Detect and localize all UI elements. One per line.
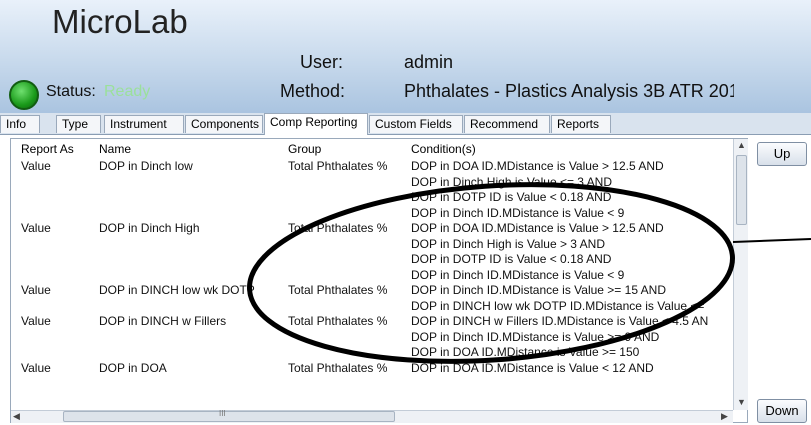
- method-label: Method:: [280, 81, 346, 101]
- scroll-right-arrow-icon[interactable]: ▶: [721, 411, 728, 422]
- user-value: admin: [404, 52, 454, 72]
- cell-condition[interactable]: DOP in Dinch High is Value <= 3 AND: [411, 175, 612, 189]
- method-value: Phthalates - Plastics Analysis 3B ATR 20…: [404, 81, 734, 101]
- cell-name[interactable]: DOP in DINCH w Fillers: [99, 314, 226, 328]
- tab-type[interactable]: Type: [56, 115, 101, 133]
- cell-condition[interactable]: DOP in DOTP ID is Value < 0.18 AND: [411, 190, 611, 204]
- move-up-button[interactable]: Up: [757, 142, 807, 166]
- column-header-report-as[interactable]: Report As: [21, 142, 74, 156]
- user-label: User:: [300, 52, 344, 72]
- cell-condition[interactable]: DOP in DOA ID.MDistance is Value >= 150: [411, 345, 639, 359]
- cell-name[interactable]: DOP in DOA: [99, 361, 167, 375]
- tab-reports[interactable]: Reports: [551, 115, 611, 133]
- column-header-conditions[interactable]: Condition(s): [411, 142, 476, 156]
- app-header: MicroLab User: admin Status: Ready Metho…: [0, 0, 811, 113]
- cell-report-as[interactable]: Value: [21, 221, 51, 235]
- tab-bar: Info Type Instrument Components Comp Rep…: [0, 113, 811, 135]
- cell-group[interactable]: Total Phthalates %: [288, 361, 387, 375]
- status-value: Ready: [104, 83, 151, 100]
- cell-condition[interactable]: DOP in Dinch High is Value > 3 AND: [411, 237, 605, 251]
- status-label: Status:: [46, 83, 96, 100]
- cell-condition[interactable]: DOP in DOA ID.MDistance is Value < 12 AN…: [411, 361, 654, 375]
- cell-group[interactable]: Total Phthalates %: [288, 314, 387, 328]
- cell-condition[interactable]: DOP in DOA ID.MDistance is Value > 12.5 …: [411, 221, 664, 235]
- tab-custom-fields[interactable]: Custom Fields: [369, 115, 463, 133]
- tab-instrument[interactable]: Instrument: [104, 115, 184, 133]
- tab-info[interactable]: Info: [0, 115, 40, 133]
- cell-group[interactable]: Total Phthalates %: [288, 221, 387, 235]
- scroll-grip: III: [219, 409, 226, 418]
- cell-condition[interactable]: DOP in Dinch ID.MDistance is Value >= 9 …: [411, 330, 659, 344]
- cell-report-as[interactable]: Value: [21, 159, 51, 173]
- cell-condition[interactable]: DOP in Dinch ID.MDistance is Value < 9: [411, 206, 624, 220]
- column-header-name[interactable]: Name: [99, 142, 131, 156]
- cell-name[interactable]: DOP in DINCH low wk DOTP: [99, 283, 255, 297]
- scroll-left-arrow-icon[interactable]: ◀: [13, 411, 20, 422]
- move-down-button[interactable]: Down: [757, 399, 807, 423]
- tab-recommend[interactable]: Recommend: [464, 115, 550, 133]
- scroll-down-arrow-icon[interactable]: ▼: [737, 397, 746, 407]
- app-title: MicroLab: [52, 3, 188, 40]
- cell-condition[interactable]: DOP in DINCH w Fillers ID.MDistance is V…: [411, 314, 708, 328]
- tab-components[interactable]: Components: [185, 115, 263, 133]
- cell-report-as[interactable]: Value: [21, 283, 51, 297]
- cell-condition[interactable]: DOP in DOTP ID is Value < 0.18 AND: [411, 252, 611, 266]
- cell-group[interactable]: Total Phthalates %: [288, 159, 387, 173]
- comp-reporting-grid[interactable]: Report As Name Group Condition(s) Value D…: [10, 138, 748, 423]
- cell-condition[interactable]: DOP in DOA ID.MDistance is Value > 12.5 …: [411, 159, 664, 173]
- cell-group[interactable]: Total Phthalates %: [288, 283, 387, 297]
- column-header-group[interactable]: Group: [288, 142, 321, 156]
- cell-condition[interactable]: DOP in Dinch ID.MDistance is Value < 9: [411, 268, 624, 282]
- vertical-scroll-thumb[interactable]: [736, 155, 747, 225]
- cell-name[interactable]: DOP in Dinch High: [99, 221, 200, 235]
- scroll-up-arrow-icon[interactable]: ▲: [737, 140, 746, 150]
- cell-report-as[interactable]: Value: [21, 314, 51, 328]
- status-indicator-icon: [9, 80, 39, 110]
- tab-comp-reporting[interactable]: Comp Reporting: [264, 113, 368, 135]
- cell-condition[interactable]: DOP in Dinch ID.MDistance is Value >= 15…: [411, 283, 666, 297]
- cell-condition[interactable]: DOP in DINCH low wk DOTP ID.MDistance is…: [411, 299, 704, 313]
- cell-report-as[interactable]: Value: [21, 361, 51, 375]
- horizontal-scroll-thumb[interactable]: III: [63, 409, 395, 422]
- cell-name[interactable]: DOP in Dinch low: [99, 159, 193, 173]
